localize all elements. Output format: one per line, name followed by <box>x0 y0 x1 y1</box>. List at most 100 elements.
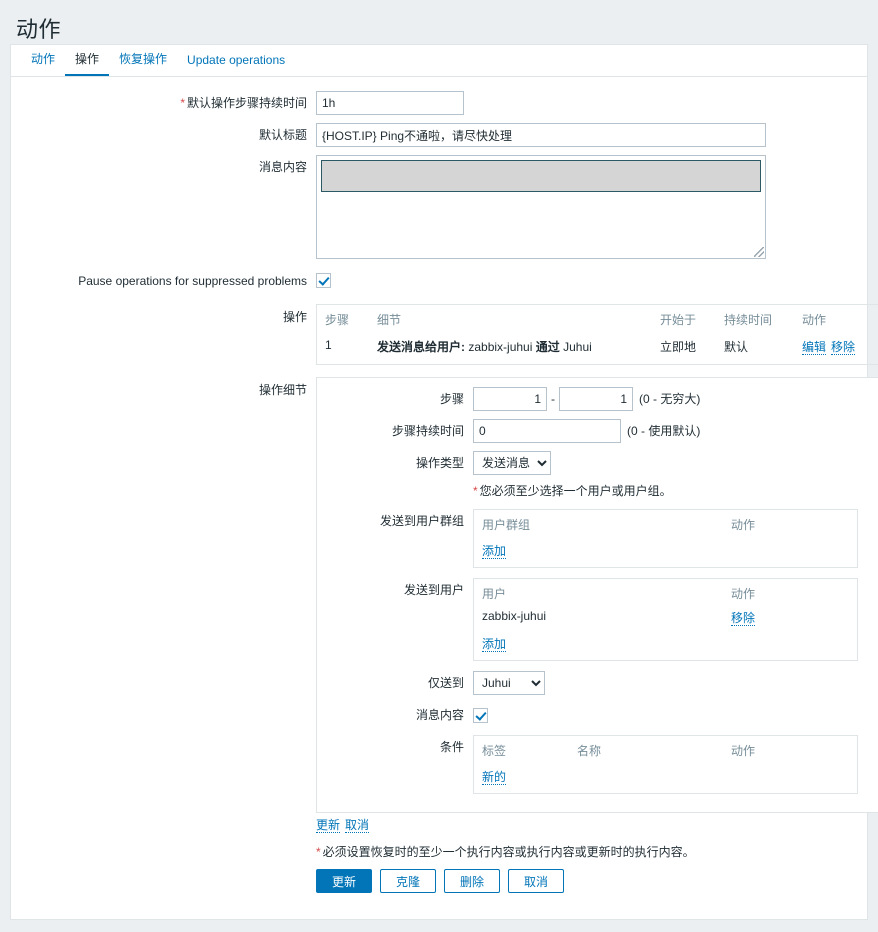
field-pause-suppressed: Pause operations for suppressed problems <box>11 273 867 290</box>
field-send-to-users: 发送到用户 用户 动作 <box>317 578 870 661</box>
users-box: 用户 动作 zabbix-juhui 移除 <box>473 578 858 661</box>
cancel-button[interactable]: 取消 <box>508 869 564 893</box>
operations-col-step: 步骤 <box>317 305 369 333</box>
field-custom-message: 消息内容 <box>317 703 870 727</box>
field-conditions: 条件 标签 名称 动作 <box>317 735 870 794</box>
user-groups-control: 用户群组 动作 添加 <box>473 509 870 568</box>
pause-suppressed-label: Pause operations for suppressed problems <box>11 273 316 290</box>
operation-details-label: 操作细节 <box>11 377 316 400</box>
send-only-to-select[interactable]: Juhui <box>473 671 545 695</box>
required-asterisk: * <box>180 96 185 110</box>
conditions-box: 标签 名称 动作 新的 <box>473 735 858 794</box>
step-duration-input[interactable] <box>473 419 621 443</box>
operation-details-links: 更新取消 <box>316 816 878 833</box>
operations-header-row: 步骤 细节 开始于 持续时间 动作 <box>317 305 878 333</box>
custom-message-label: 消息内容 <box>317 703 473 727</box>
list-item: zabbix-juhui 移除 <box>474 606 857 630</box>
tab-recovery-operations[interactable]: 恢复操作 <box>109 44 177 76</box>
operation-details-panel: 步骤 - (0 - 无穷大) 步骤持续时间 (0 - 使 <box>316 377 878 813</box>
operations-form: *默认操作步骤持续时间 默认标题 消息内容 Pause operat <box>11 77 867 911</box>
conditions-control: 标签 名称 动作 新的 <box>473 735 870 794</box>
field-step-duration: 步骤持续时间 (0 - 使用默认) <box>317 419 870 443</box>
user-remove-link[interactable]: 移除 <box>731 611 755 626</box>
users-col-action: 动作 <box>723 579 857 606</box>
conditions-col-name: 名称 <box>569 736 723 763</box>
send-only-to-label: 仅送到 <box>317 671 473 695</box>
field-operation-type: 操作类型 发送消息 <box>317 451 870 475</box>
operation-start: 立即地 <box>652 333 716 364</box>
operations-table: 步骤 细节 开始于 持续时间 动作 1 发送消息给用户: <box>317 305 878 364</box>
field-default-subject: 默认标题 <box>11 123 867 147</box>
users-table: 用户 动作 zabbix-juhui 移除 <box>474 579 857 660</box>
conditions-add-cell: 新的 <box>474 763 857 793</box>
default-subject-control <box>316 123 867 147</box>
operation-update-link[interactable]: 更新 <box>316 818 340 833</box>
operations-label: 操作 <box>11 304 316 327</box>
required-asterisk: * <box>473 484 478 498</box>
conditions-label: 条件 <box>317 735 473 759</box>
field-operations-table: 操作 步骤 细节 开始于 持续时间 动作 <box>11 304 867 365</box>
pause-suppressed-checkbox[interactable] <box>316 273 331 288</box>
operation-type-select[interactable]: 发送消息 <box>473 451 551 475</box>
user-groups-add-link[interactable]: 添加 <box>482 544 506 559</box>
custom-message-control <box>473 703 870 727</box>
users-control: 用户 动作 zabbix-juhui 移除 <box>473 578 870 661</box>
tab-operations[interactable]: 操作 <box>65 44 109 76</box>
user-groups-add-row: 添加 <box>474 537 857 567</box>
operation-type-control: 发送消息 <box>473 451 870 475</box>
field-operation-details: 操作细节 步骤 - (0 - 无穷大) <box>11 377 867 833</box>
operation-detail-via: 通过 <box>536 340 560 354</box>
operation-edit-link[interactable]: 编辑 <box>802 340 826 355</box>
user-groups-header-row: 用户群组 动作 <box>474 510 857 537</box>
operation-detail: 发送消息给用户: zabbix-juhui 通过 Juhui <box>369 333 652 364</box>
operation-details-control: 步骤 - (0 - 无穷大) 步骤持续时间 (0 - 使 <box>316 377 878 833</box>
update-button[interactable]: 更新 <box>316 869 372 893</box>
custom-message-checkbox[interactable] <box>473 708 488 723</box>
resize-grip-icon[interactable] <box>754 247 764 257</box>
tab-action[interactable]: 动作 <box>21 44 65 76</box>
pause-suppressed-control <box>316 273 867 288</box>
conditions-new-link[interactable]: 新的 <box>482 770 506 785</box>
conditions-col-action: 动作 <box>723 736 857 763</box>
field-steps: 步骤 - (0 - 无穷大) <box>317 387 870 411</box>
operations-box: 步骤 细节 开始于 持续时间 动作 1 发送消息给用户: <box>316 304 878 365</box>
field-send-to-user-groups: 发送到用户群组 用户群组 动作 <box>317 509 870 568</box>
default-subject-input[interactable] <box>316 123 766 147</box>
operation-step: 1 <box>317 333 369 364</box>
tab-bar: 动作 操作 恢复操作 Update operations <box>11 45 867 77</box>
default-duration-input[interactable] <box>316 91 464 115</box>
operation-actions: 编辑移除 <box>794 333 878 364</box>
step-to-input[interactable] <box>559 387 633 411</box>
conditions-col-label: 标签 <box>474 736 569 763</box>
operation-detail-media: Juhui <box>563 340 592 354</box>
operation-detail-user: zabbix-juhui <box>468 340 532 354</box>
required-asterisk: * <box>316 845 321 859</box>
user-groups-col-name: 用户群组 <box>474 510 723 537</box>
operation-remove-link[interactable]: 移除 <box>831 340 855 355</box>
delete-button[interactable]: 删除 <box>444 869 500 893</box>
tab-update-operations[interactable]: Update operations <box>177 47 295 76</box>
conditions-header-row: 标签 名称 动作 <box>474 736 857 763</box>
user-groups-table: 用户群组 动作 添加 <box>474 510 857 567</box>
step-from-input[interactable] <box>473 387 547 411</box>
field-message-content: 消息内容 <box>11 155 867 259</box>
users-label: 发送到用户 <box>317 578 473 602</box>
field-send-only-to: 仅送到 Juhui <box>317 671 870 695</box>
message-content-textarea[interactable] <box>316 155 766 259</box>
send-only-to-control: Juhui <box>473 671 870 695</box>
step-duration-hint: (0 - 使用默认) <box>627 419 700 443</box>
table-row: 1 发送消息给用户: zabbix-juhui 通过 Juhui 立即地 默认 <box>317 333 878 364</box>
user-groups-label: 发送到用户群组 <box>317 509 473 533</box>
clone-button[interactable]: 克隆 <box>380 869 436 893</box>
operation-cancel-link[interactable]: 取消 <box>345 818 369 833</box>
steps-separator: - <box>551 387 555 411</box>
steps-hint: (0 - 无穷大) <box>639 387 700 411</box>
default-duration-control <box>316 91 867 115</box>
user-action: 移除 <box>723 606 857 630</box>
users-add-link[interactable]: 添加 <box>482 637 506 652</box>
users-add-cell: 添加 <box>474 630 857 660</box>
user-groups-col-action: 动作 <box>723 510 857 537</box>
conditions-add-row: 新的 <box>474 763 857 793</box>
operation-detail-prefix: 发送消息给用户: <box>377 340 465 354</box>
step-duration-label: 步骤持续时间 <box>317 419 473 443</box>
